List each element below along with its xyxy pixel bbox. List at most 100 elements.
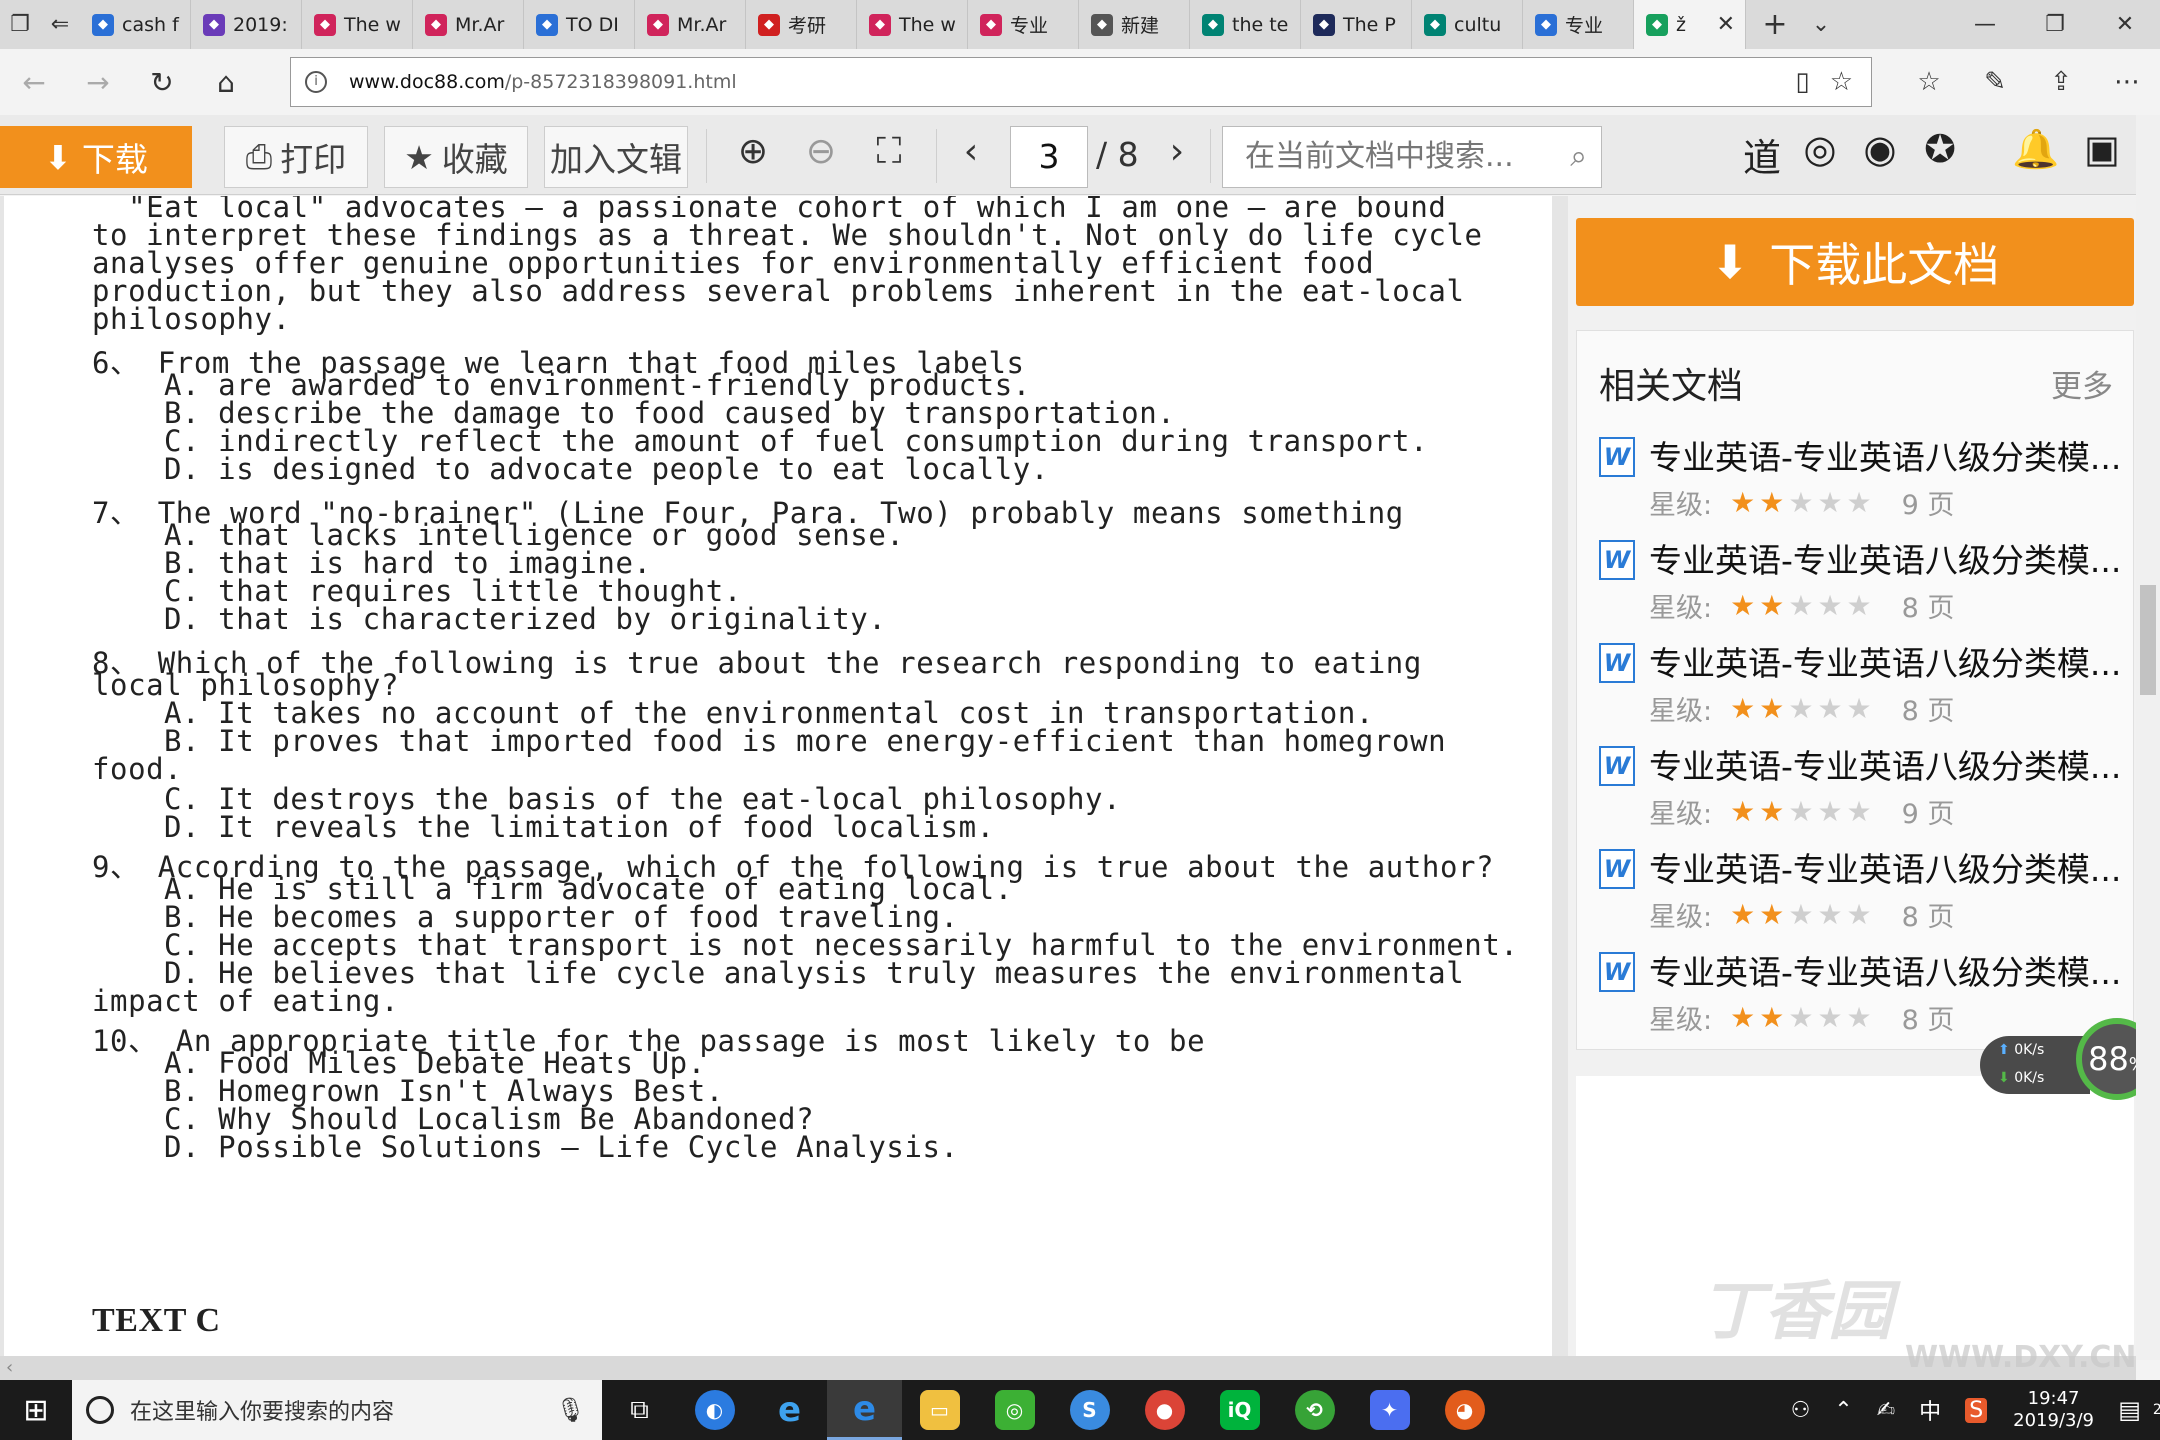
refresh-button[interactable]: ↻: [130, 66, 194, 99]
print-button[interactable]: ⎙ 打印: [224, 126, 368, 188]
star-icon: ★: [1788, 692, 1818, 725]
more-menu-icon[interactable]: ⋯: [2094, 67, 2160, 97]
scrollbar-thumb[interactable]: [2140, 585, 2156, 695]
people-icon[interactable]: ⚇: [1791, 1398, 1811, 1423]
related-document-title[interactable]: 专业英语-专业英语八级分类模...: [1649, 843, 2121, 891]
doc-icon: ◆: [1091, 13, 1113, 36]
wechat-app-icon[interactable]: ◎: [977, 1380, 1052, 1440]
browser-tab[interactable]: ◆ 考研: [746, 0, 857, 49]
prev-page-icon[interactable]: ‹: [946, 131, 996, 172]
windows-start-icon[interactable]: ⊞: [0, 1380, 72, 1440]
add-collection-button[interactable]: 加入文辑: [544, 126, 688, 188]
browser-tab[interactable]: ◆ 2019:: [191, 0, 302, 49]
pen-notes-icon[interactable]: ✎: [1962, 67, 2028, 97]
bookmark-star-icon[interactable]: ✪: [1912, 127, 1968, 171]
back-button[interactable]: ←: [2, 66, 66, 99]
browser-tab[interactable]: ◆ 新建: [1079, 0, 1190, 49]
bell-icon[interactable]: 🔔: [2008, 127, 2064, 172]
close-tab-icon[interactable]: ✕: [1717, 12, 1735, 37]
related-document-title[interactable]: 专业英语-专业英语八级分类模...: [1649, 431, 2121, 479]
browser-tab[interactable]: ◆ cash f: [80, 0, 191, 49]
tab-list-chevron-icon[interactable]: ⌄: [1798, 12, 1844, 37]
browser-tab[interactable]: ◆ ž ✕: [1634, 0, 1746, 49]
weibo-icon[interactable]: ◉: [1852, 127, 1908, 171]
task-view-icon[interactable]: ⧉: [602, 1380, 677, 1440]
home-button[interactable]: ⌂: [194, 66, 258, 99]
browser-tab[interactable]: ◆ The w: [857, 0, 968, 49]
browser-tab[interactable]: ◆ Mr.Ar: [635, 0, 746, 49]
fullscreen-icon[interactable]: ⛶: [864, 131, 914, 173]
taskbar-search-input[interactable]: 在这里输入你要搜索的内容 🎙: [72, 1380, 602, 1440]
scroll-left-icon[interactable]: ‹: [6, 1356, 13, 1380]
chrome-icon[interactable]: ●: [1127, 1380, 1202, 1440]
share-icon[interactable]: ⇪: [2028, 67, 2094, 97]
microphone-icon[interactable]: 🎙: [556, 1396, 586, 1424]
related-document-item[interactable]: W 专业英语-专业英语八级分类模... 星级: ★★★★★ 8 页: [1599, 843, 2121, 943]
browser-tab[interactable]: ◆ TO DI: [524, 0, 635, 49]
iqiyi-icon[interactable]: iQ: [1202, 1380, 1277, 1440]
tab-label: 专业: [1010, 15, 1049, 37]
related-document-title[interactable]: 专业英语-专业英语八级分类模...: [1649, 946, 2121, 994]
feishu-app-icon[interactable]: ✦: [1352, 1380, 1427, 1440]
related-document-title[interactable]: 专业英语-专业英语八级分类模...: [1649, 740, 2121, 788]
browser-tab[interactable]: ◆ cultu: [1412, 0, 1523, 49]
system-clock[interactable]: 19:47 2019/3/9: [2013, 1388, 2094, 1432]
ime-indicator[interactable]: 中: [1919, 1394, 1941, 1426]
tabs-aside-icon[interactable]: ⇐: [40, 0, 80, 49]
sogou-icon[interactable]: S: [1052, 1380, 1127, 1440]
sogou-browser-icon[interactable]: ◐: [677, 1380, 752, 1440]
network-speed-widget[interactable]: ⬆ 0K/s ⬇ 0K/s 88%: [1980, 1018, 2158, 1108]
related-document-item[interactable]: W 专业英语-专业英语八级分类模... 星级: ★★★★★ 8 页: [1599, 637, 2121, 737]
tray-chevron-icon[interactable]: ⌃: [1834, 1398, 1852, 1423]
zoom-in-icon[interactable]: ⊕: [728, 131, 778, 172]
related-document-title[interactable]: 专业英语-专业英语八级分类模...: [1649, 637, 2121, 685]
ie-browser-icon[interactable]: e: [752, 1380, 827, 1440]
star-icon: ★: [1846, 795, 1876, 828]
dao-share-icon[interactable]: 道: [1734, 127, 1790, 182]
browser-tab[interactable]: ◆ Mr.Ar: [413, 0, 524, 49]
forward-button[interactable]: →: [66, 66, 130, 99]
related-document-title[interactable]: 专业英语-专业英语八级分类模...: [1649, 534, 2121, 582]
site-info-icon[interactable]: i: [305, 71, 327, 93]
favorite-star-icon[interactable]: ☆: [1830, 67, 1853, 97]
vertical-scrollbar[interactable]: [2136, 115, 2160, 1360]
zoom-out-icon[interactable]: ⊖: [796, 131, 846, 172]
browser-tab[interactable]: ◆ 专业: [1523, 0, 1634, 49]
browser-tab[interactable]: ◆ the te: [1190, 0, 1301, 49]
edge-browser-icon[interactable]: e: [827, 1380, 902, 1440]
browser-tab[interactable]: ◆ The w: [302, 0, 413, 49]
tab-preview-icon[interactable]: ❐: [0, 0, 40, 49]
browser-tab[interactable]: ◆ 专业: [968, 0, 1079, 49]
document-viewer[interactable]: "Eat local" advocates — a passionate coh…: [0, 196, 1568, 1356]
new-tab-button[interactable]: +: [1752, 7, 1798, 42]
address-bar[interactable]: i www.doc88.com/p-8572318398091.html ▯ ☆: [290, 57, 1872, 107]
star-icon: ★: [1759, 486, 1789, 519]
page-number-input[interactable]: 3: [1010, 126, 1088, 188]
favorite-button[interactable]: ★ 收藏: [384, 126, 528, 188]
next-page-icon[interactable]: ›: [1152, 131, 1202, 172]
more-link[interactable]: 更多: [2051, 361, 2113, 406]
wechat-icon[interactable]: ◎: [1792, 127, 1848, 171]
related-document-item[interactable]: W 专业英语-专业英语八级分类模... 星级: ★★★★★ 9 页: [1599, 740, 2121, 840]
search-icon[interactable]: ⌕: [1570, 127, 1587, 187]
close-window-button[interactable]: ✕: [2090, 0, 2160, 49]
cortana-icon: [86, 1396, 114, 1424]
file-explorer-icon[interactable]: ▭: [902, 1380, 977, 1440]
download-document-button[interactable]: ⬇ 下载此文档: [1576, 218, 2134, 306]
document-search-input[interactable]: 在当前文档中搜索... ⌕: [1222, 126, 1602, 188]
browser-tab[interactable]: ◆ The P: [1301, 0, 1412, 49]
minimize-button[interactable]: —: [1950, 0, 2020, 49]
horizontal-scrollbar[interactable]: ‹: [0, 1356, 2136, 1380]
favorites-hub-icon[interactable]: ☆: [1896, 67, 1962, 97]
related-document-item[interactable]: W 专业英语-专业英语八级分类模... 星级: ★★★★★ 9 页: [1599, 431, 2121, 531]
firefox-icon[interactable]: ◕: [1427, 1380, 1502, 1440]
notification-center-icon[interactable]: ▤ 2: [2108, 1380, 2160, 1440]
reading-view-icon[interactable]: ▯: [1795, 67, 1809, 97]
restore-button[interactable]: ❐: [2020, 0, 2090, 49]
download-button[interactable]: ⬇ 下载: [0, 126, 192, 188]
360-browser-icon[interactable]: ⟲: [1277, 1380, 1352, 1440]
pen-ink-icon[interactable]: ✍: [1877, 1398, 1895, 1423]
sogou-input-icon[interactable]: S: [1965, 1397, 1988, 1423]
message-icon[interactable]: ▣: [2074, 127, 2130, 171]
related-document-item[interactable]: W 专业英语-专业英语八级分类模... 星级: ★★★★★ 8 页: [1599, 534, 2121, 634]
